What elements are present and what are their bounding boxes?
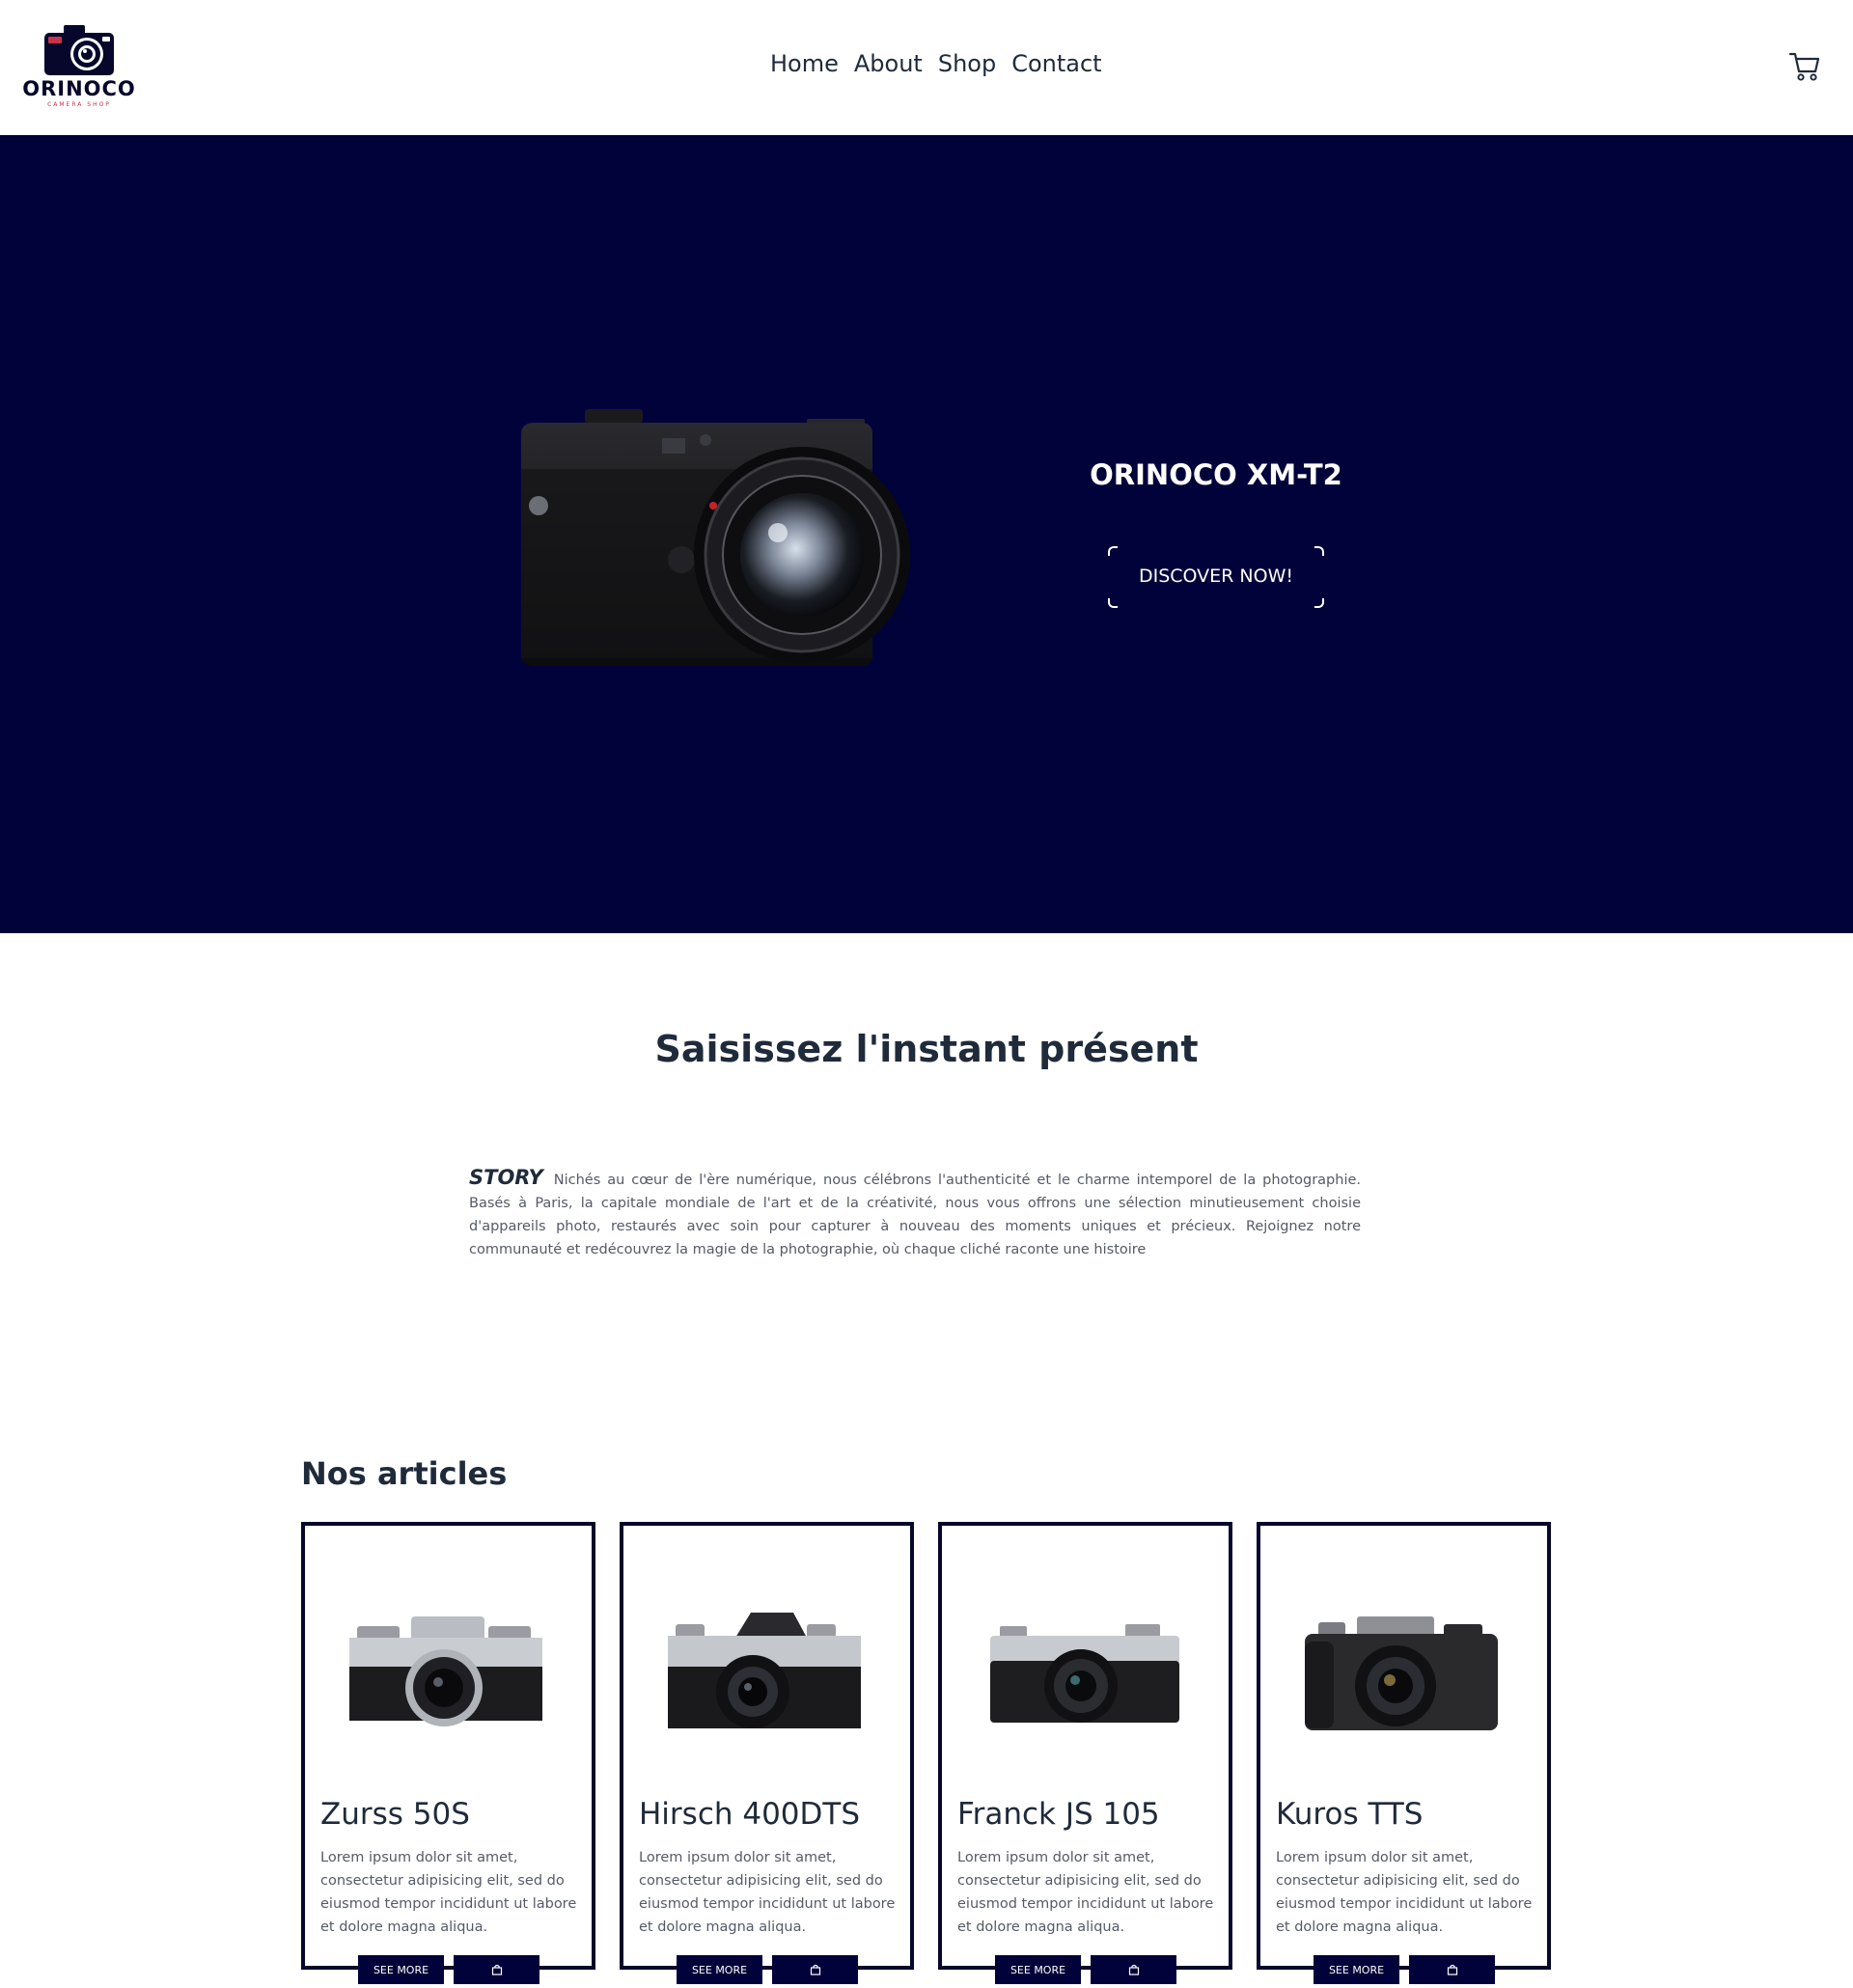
brand-logo[interactable]: ORINOCO CAMERA SHOP — [19, 21, 139, 112]
site-header: ORINOCO CAMERA SHOP Home About Shop Cont… — [0, 0, 1853, 135]
shopping-bag-icon — [810, 1964, 820, 1975]
discover-now-label: DISCOVER NOW! — [1139, 566, 1293, 587]
product-image — [662, 1603, 871, 1757]
main-nav: Home About Shop Contact — [770, 50, 1102, 77]
hero-camera-image — [517, 405, 938, 676]
articles-title: Nos articles — [301, 1455, 508, 1492]
shopping-cart-icon[interactable] — [1788, 50, 1821, 83]
nav-contact[interactable]: Contact — [1011, 50, 1101, 77]
product-image — [1299, 1603, 1508, 1757]
product-actions: SEE MORE — [358, 1955, 539, 1984]
see-more-button[interactable]: SEE MORE — [995, 1955, 1081, 1984]
product-card: Franck JS 105 Lorem ipsum dolor sit amet… — [938, 1522, 1232, 1984]
camera-logo-icon — [44, 25, 114, 75]
add-to-cart-button[interactable] — [1091, 1955, 1176, 1984]
add-to-cart-button[interactable] — [772, 1955, 858, 1984]
see-more-button[interactable]: SEE MORE — [358, 1955, 444, 1984]
product-actions: SEE MORE — [995, 1955, 1176, 1984]
logo-subtitle: CAMERA SHOP — [47, 101, 111, 108]
see-more-button[interactable]: SEE MORE — [1314, 1955, 1399, 1984]
add-to-cart-button[interactable] — [1409, 1955, 1495, 1984]
see-more-button[interactable]: SEE MORE — [677, 1955, 762, 1984]
product-name: Hirsch 400DTS — [639, 1797, 861, 1832]
hero-title: ORINOCO XM-T2 — [1090, 458, 1342, 491]
product-actions: SEE MORE — [1314, 1955, 1495, 1984]
product-description: Lorem ipsum dolor sit amet, consectetur … — [639, 1850, 896, 1935]
story-label: STORY — [469, 1166, 543, 1189]
shopping-bag-icon — [1128, 1964, 1139, 1975]
product-card: Kuros TTS Lorem ipsum dolor sit amet, co… — [1257, 1522, 1551, 1984]
story-text: Nichés au cœur de l'ère numérique, nous … — [469, 1173, 1361, 1257]
hero-banner: ORINOCO XM-T2 DISCOVER NOW! — [0, 135, 1853, 933]
product-name: Franck JS 105 — [957, 1797, 1160, 1832]
button-corner — [1314, 546, 1324, 556]
logo-name: ORINOCO — [22, 77, 136, 100]
shopping-bag-icon — [491, 1964, 502, 1975]
nav-about[interactable]: About — [854, 50, 923, 77]
product-name: Zurss 50S — [320, 1797, 470, 1832]
shopping-bag-icon — [1447, 1964, 1457, 1975]
button-corner — [1108, 598, 1118, 608]
story-paragraph: STORY Nichés au cœur de l'ère numérique,… — [469, 1166, 1361, 1261]
button-corner — [1108, 546, 1118, 556]
product-description: Lorem ipsum dolor sit amet, consectetur … — [957, 1850, 1214, 1935]
nav-home[interactable]: Home — [770, 50, 839, 77]
product-description: Lorem ipsum dolor sit amet, consectetur … — [1276, 1850, 1533, 1935]
product-actions: SEE MORE — [677, 1955, 858, 1984]
discover-now-button[interactable]: DISCOVER NOW! — [1108, 546, 1324, 608]
intro-title: Saisissez l'instant présent — [654, 1028, 1199, 1070]
button-corner — [1314, 598, 1324, 608]
nav-shop[interactable]: Shop — [938, 50, 996, 77]
product-card: Zurss 50S Lorem ipsum dolor sit amet, co… — [301, 1522, 595, 1984]
add-to-cart-button[interactable] — [454, 1955, 539, 1984]
product-name: Kuros TTS — [1276, 1797, 1424, 1832]
product-card: Hirsch 400DTS Lorem ipsum dolor sit amet… — [620, 1522, 914, 1984]
product-image — [344, 1603, 553, 1757]
product-image — [981, 1603, 1190, 1757]
product-description: Lorem ipsum dolor sit amet, consectetur … — [320, 1850, 577, 1935]
